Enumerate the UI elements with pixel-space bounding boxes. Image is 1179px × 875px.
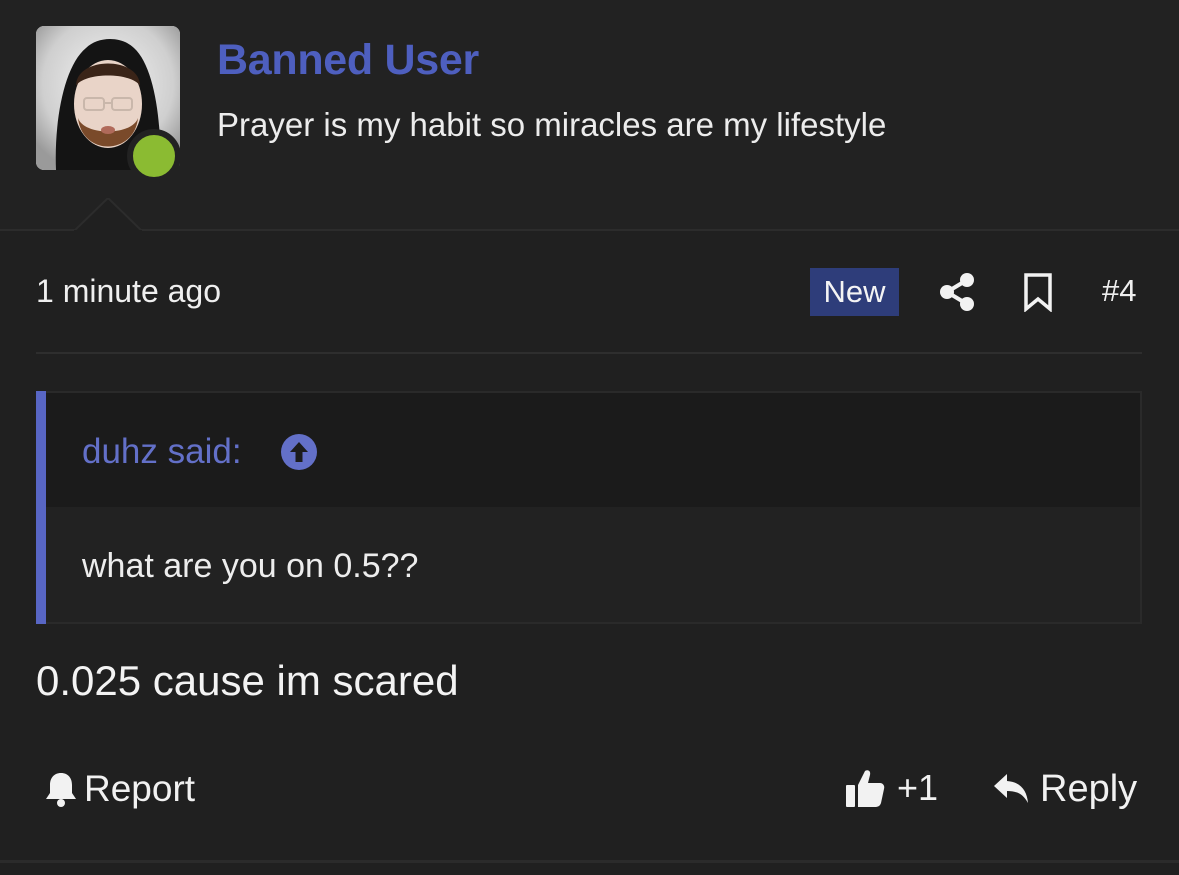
avatar-wrapper[interactable] <box>36 26 181 183</box>
report-button[interactable]: Report <box>44 766 195 812</box>
like-button[interactable]: +1 <box>845 764 938 812</box>
post-number-link[interactable]: #4 <box>1102 273 1136 309</box>
report-label: Report <box>84 768 196 809</box>
bell-icon <box>46 773 76 807</box>
quote-accent-bar <box>36 391 46 624</box>
reply-arrow-icon <box>994 774 1028 803</box>
post-body-text: 0.025 cause im scared <box>36 657 459 704</box>
user-title: Prayer is my habit so miracles are my li… <box>217 106 887 143</box>
quote-text: what are you on 0.5?? <box>82 547 419 585</box>
post-timestamp[interactable]: 1 minute ago <box>36 273 221 310</box>
reply-label: Reply <box>1040 767 1138 810</box>
new-badge: New <box>810 268 899 316</box>
bookmark-icon[interactable] <box>1022 272 1054 313</box>
share-icon[interactable] <box>938 272 976 312</box>
footer-divider <box>0 860 1179 863</box>
quote-author[interactable]: duhz said: <box>82 432 242 472</box>
post-container: Banned User Prayer is my habit so miracl… <box>0 0 1179 875</box>
like-count: +1 <box>897 767 939 808</box>
arrow-up-circle-icon[interactable] <box>280 433 318 471</box>
online-status-indicator <box>127 129 181 183</box>
username[interactable]: Banned User <box>217 36 479 85</box>
meta-divider <box>36 352 1142 354</box>
reply-button[interactable]: Reply <box>992 766 1137 812</box>
header-divider <box>0 229 1179 231</box>
thumbs-up-icon <box>846 770 885 807</box>
post-user-header: Banned User Prayer is my habit so miracl… <box>0 0 1179 230</box>
